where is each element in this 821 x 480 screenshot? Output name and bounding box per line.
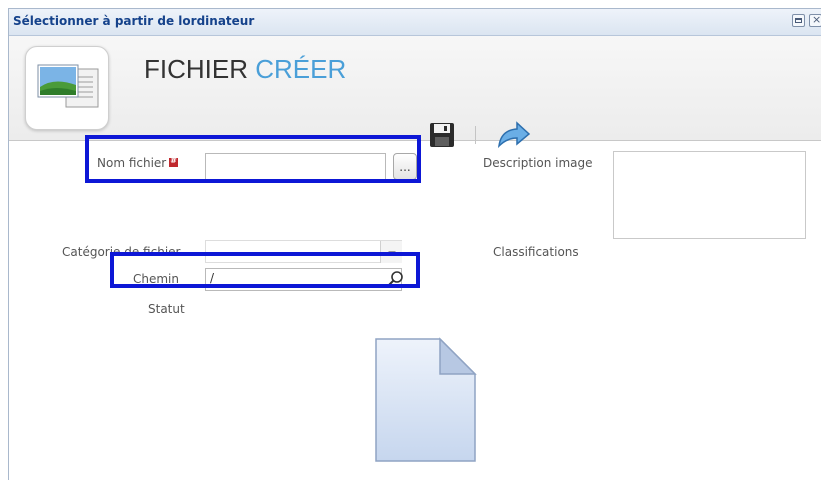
classifications-label: Classifications <box>493 245 579 259</box>
window-titlebar: Sélectionner à partir de lordinateur × <box>9 9 821 36</box>
image-file-icon <box>25 46 109 130</box>
window-title: Sélectionner à partir de lordinateur <box>13 14 255 28</box>
form-header: FICHIER CRÉER <box>9 36 821 149</box>
highlight-box-chemin <box>110 252 420 288</box>
statut-label: Statut <box>148 302 185 316</box>
page-title: FICHIER CRÉER <box>144 54 347 84</box>
file-form: Nom fichier ... Description image Catégo… <box>9 141 821 480</box>
description-image-label: Description image <box>483 156 593 170</box>
blank-document-icon <box>374 337 477 463</box>
maximize-icon[interactable] <box>792 14 805 27</box>
file-select-window: Sélectionner à partir de lordinateur × F… <box>8 8 821 480</box>
description-image-textarea[interactable] <box>613 151 806 239</box>
highlight-box-nom-fichier <box>85 135 421 183</box>
close-icon[interactable]: × <box>809 13 821 27</box>
